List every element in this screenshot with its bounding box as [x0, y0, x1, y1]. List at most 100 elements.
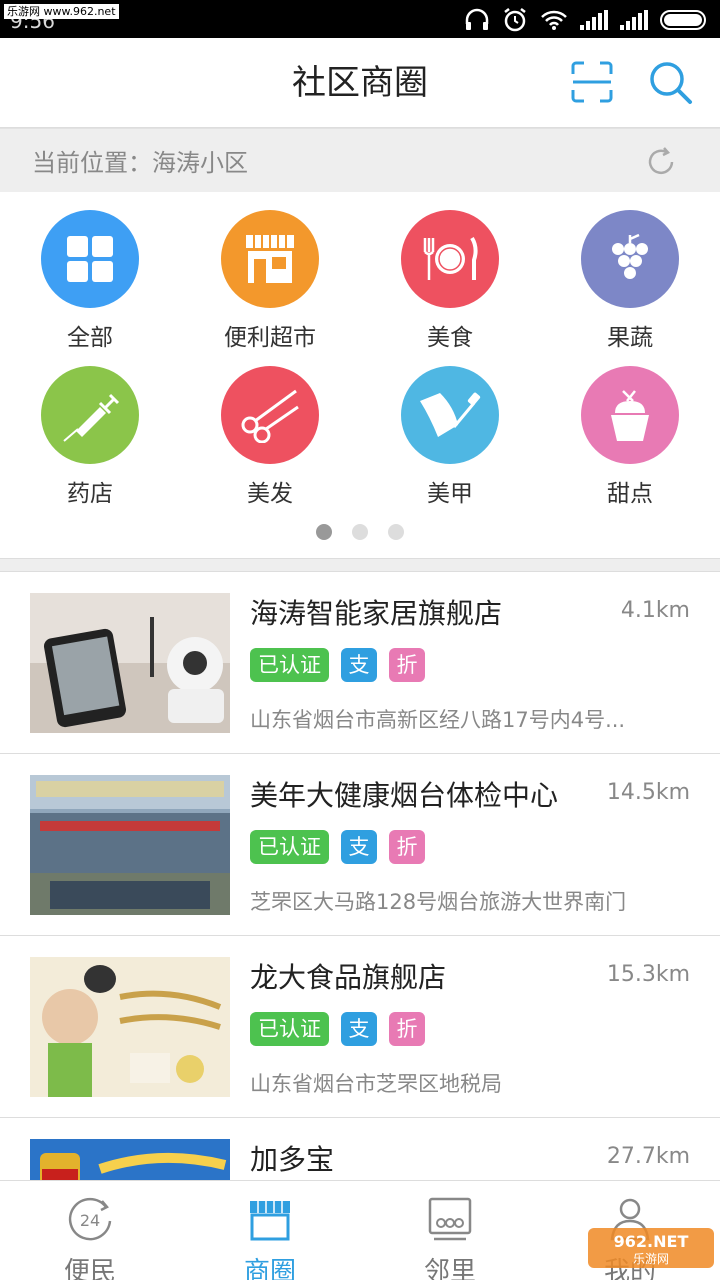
ice-cream-icon [611, 390, 649, 441]
verified-badge: 已认证 [250, 830, 329, 864]
category-pharmacy[interactable]: 药店 [0, 366, 180, 516]
app-header: 社区商圈 [0, 38, 720, 128]
signal-icon [580, 10, 608, 30]
store-name: 海涛智能家居旗舰店 [250, 597, 503, 630]
category-hair-salon[interactable]: 美发 [180, 366, 360, 516]
pager-dot[interactable] [352, 524, 368, 540]
category-food[interactable]: 美食 [360, 210, 540, 360]
category-label: 药店 [67, 481, 113, 507]
store-name: 美年大健康烟台体检中心 [250, 779, 559, 812]
category-icon-wrap [41, 366, 139, 464]
store-list: 海涛智能家居旗舰店 4.1km 已认证 支 折 山东省烟台市高新区经八路17号内… [0, 572, 720, 1180]
category-label: 全部 [67, 325, 113, 351]
category-icon-wrap [401, 210, 499, 308]
category-label: 果蔬 [607, 325, 653, 351]
category-all[interactable]: 全部 [0, 210, 180, 360]
scan-button[interactable] [570, 60, 614, 104]
search-icon [650, 62, 692, 104]
pager-dot[interactable] [316, 524, 332, 540]
payment-badge: 支 [341, 648, 377, 682]
nav-business-circle[interactable]: 商圈 [180, 1181, 360, 1280]
store-item[interactable]: 加多宝 27.7km [0, 1118, 720, 1180]
svg-text:962.NET: 962.NET [614, 1232, 689, 1251]
brand-watermark-logo: 962.NET乐游网 [588, 1228, 714, 1268]
svg-text:乐游网: 乐游网 [633, 1252, 669, 1266]
verified-badge: 已认证 [250, 648, 329, 682]
store-distance: 27.7km [606, 1144, 690, 1169]
nail-brush-icon [420, 392, 481, 437]
category-desserts[interactable]: 甜点 [540, 366, 720, 516]
category-convenience-store[interactable]: 便利超市 [180, 210, 360, 360]
store-distance: 14.5km [606, 780, 690, 805]
discount-badge: 折 [389, 648, 425, 682]
store-item[interactable]: 美年大健康烟台体检中心 14.5km 已认证 支 折 芝罘区大马路128号烟台旅… [0, 754, 720, 936]
category-icon-wrap [401, 366, 499, 464]
scissors-icon [241, 389, 299, 443]
store-item[interactable]: 龙大食品旗舰店 15.3km 已认证 支 折 山东省烟台市芝罘区地税局 [0, 936, 720, 1118]
scan-icon [571, 61, 613, 103]
current-location: 当前位置：海涛小区 [32, 149, 248, 177]
plate-cutlery-icon [423, 236, 478, 280]
category-fruit-veg[interactable]: 果蔬 [540, 210, 720, 360]
location-bar: 当前位置：海涛小区 [0, 128, 720, 192]
category-label: 便利超市 [224, 325, 316, 351]
nav-label: 便民 [63, 1257, 116, 1280]
payment-badge: 支 [341, 830, 377, 864]
status-icons [464, 7, 710, 33]
store-distance: 15.3km [606, 962, 690, 987]
status-bar: 9:56 乐游网 www.962.net [0, 0, 720, 38]
battery-icon [660, 10, 706, 30]
nav-convenience[interactable]: 24 便民 [0, 1181, 180, 1280]
store-address: 芝罘区大马路128号烟台旅游大世界南门 [250, 890, 627, 914]
search-button[interactable] [648, 60, 694, 106]
refresh-icon [648, 147, 674, 175]
discount-badge: 折 [389, 830, 425, 864]
site-watermark: 乐游网 www.962.net [4, 4, 119, 19]
wifi-icon [541, 10, 567, 30]
category-grid: 全部 便利超市 美食 果蔬 药店 美发 美甲 甜点 [0, 192, 720, 558]
category-nails[interactable]: 美甲 [360, 366, 540, 516]
syringe-icon [63, 393, 120, 442]
category-icon-wrap [221, 366, 319, 464]
refresh-location-button[interactable] [644, 145, 678, 179]
store-address: 山东省烟台市高新区经八路17号内4号... [250, 708, 626, 732]
store-badges: 已认证 支 折 [250, 648, 425, 682]
section-divider [0, 558, 720, 572]
category-label: 美甲 [427, 481, 473, 507]
store-thumbnail [30, 775, 230, 915]
category-icon-wrap [221, 210, 319, 308]
alarm-icon [504, 8, 526, 32]
store-item[interactable]: 海涛智能家居旗舰店 4.1km 已认证 支 折 山东省烟台市高新区经八路17号内… [0, 572, 720, 754]
category-label: 甜点 [607, 481, 653, 507]
category-icon-wrap [41, 210, 139, 308]
category-label: 美食 [427, 325, 473, 351]
store-badges: 已认证 支 折 [250, 1012, 425, 1046]
store-name: 加多宝 [250, 1143, 335, 1176]
grapes-icon [612, 233, 648, 279]
store-icon [246, 235, 294, 283]
store-name: 龙大食品旗舰店 [250, 961, 447, 994]
pager-dot[interactable] [388, 524, 404, 540]
store-thumbnail [30, 957, 230, 1097]
neighbors-icon [428, 1197, 472, 1241]
payment-badge: 支 [341, 1012, 377, 1046]
discount-badge: 折 [389, 1012, 425, 1046]
svg-text:24: 24 [80, 1211, 100, 1230]
store-thumbnail [30, 1139, 230, 1180]
bottom-nav: 24 便民 商圈 邻里 我的 962.NET 乐游网 [0, 1180, 720, 1280]
signal-icon-2 [620, 10, 648, 30]
category-icon-wrap [581, 210, 679, 308]
category-pager [0, 524, 720, 540]
nav-label: 邻里 [423, 1257, 476, 1280]
nav-neighbors[interactable]: 邻里 [360, 1181, 540, 1280]
category-label: 美发 [247, 481, 293, 507]
24h-icon: 24 [68, 1197, 112, 1241]
store-distance: 4.1km [620, 598, 690, 623]
shop-icon [250, 1201, 290, 1241]
nav-label: 商圈 [243, 1257, 296, 1280]
grid-icon [67, 236, 113, 282]
headphones-icon [465, 8, 489, 30]
verified-badge: 已认证 [250, 1012, 329, 1046]
store-badges: 已认证 支 折 [250, 830, 425, 864]
category-icon-wrap [581, 366, 679, 464]
